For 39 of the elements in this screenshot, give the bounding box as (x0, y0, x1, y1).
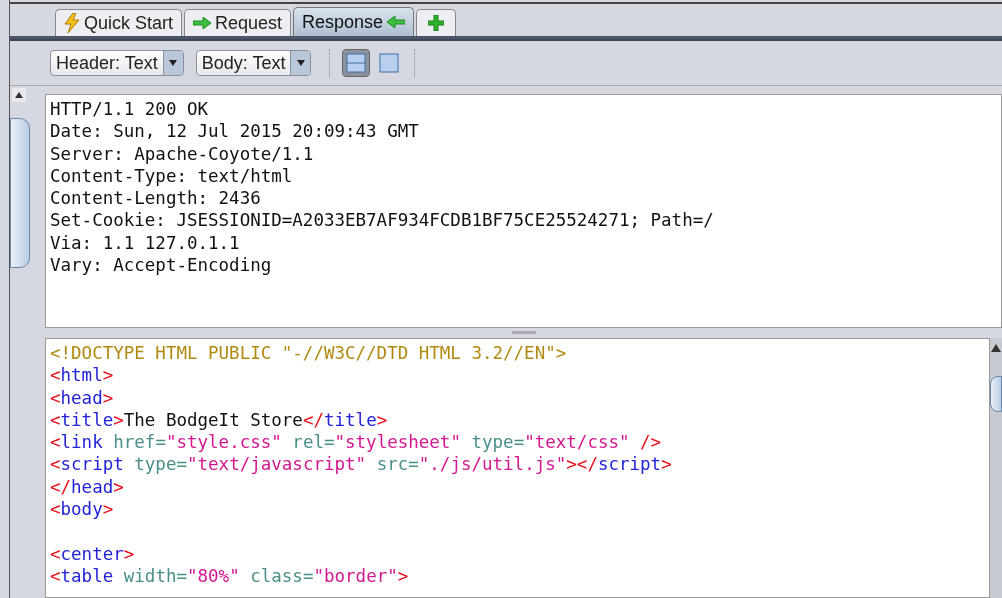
header-line: Via: 1.1 127.0.1.1 (50, 231, 240, 255)
scroll-up-button[interactable] (12, 88, 26, 102)
lightning-icon (64, 13, 80, 33)
code-line: <script type="text/javascript" src="./js/util.js"></script> (50, 454, 672, 475)
scroll-thumb[interactable] (990, 376, 1002, 412)
format-dropdown[interactable]: Body: Text (195, 50, 312, 76)
format-dropdown[interactable]: Header: Text (50, 50, 184, 76)
header-text-pane[interactable] (45, 94, 1002, 328)
header-line: Content-Length: 2436 (50, 187, 261, 210)
up-arrow-icon (15, 92, 23, 98)
up-arrow-icon[interactable] (991, 344, 1001, 352)
plus-icon (428, 15, 445, 31)
tab[interactable]: Response (293, 7, 415, 36)
add-tab-button[interactable] (416, 9, 457, 36)
code-line: </head> (50, 476, 124, 497)
header-line: HTTP/1.1 200 OK (50, 98, 209, 121)
split-layout-button[interactable] (342, 49, 371, 77)
caret-icon (169, 60, 178, 66)
code-line: <link href="style.css" rel="stylesheet" type="text/css" /> (50, 432, 662, 453)
left-arrow-icon (387, 16, 406, 28)
header-line: Vary: Accept-Encoding (50, 254, 272, 277)
header-line: Set-Cookie: JSESSIONID=A2033EB7AF934FCDB1BF75CE25524271; Path=/ (50, 209, 714, 232)
body-text-pane[interactable] (45, 338, 990, 598)
caret-icon (296, 60, 305, 66)
code-line: <title>The BodgeIt Store</title> (50, 409, 388, 430)
scroll-thumb[interactable] (10, 118, 30, 268)
code-line: <head> (50, 387, 114, 408)
code-line: <body> (50, 499, 114, 520)
code-line: <center> (50, 543, 135, 564)
code-line: <html> (50, 365, 114, 386)
header-line: Date: Sun, 12 Jul 2015 20:09:43 GMT (50, 120, 419, 143)
right-arrow-icon (193, 17, 212, 29)
code-line: <!DOCTYPE HTML PUBLIC "-//W3C//DTD HTML 3.2//EN"> (50, 343, 567, 363)
splitter-handle[interactable] (511, 331, 536, 334)
code-line: <table width="80%" class="border"> (50, 565, 409, 586)
header-line: Server: Apache-Coyote/1.1 (50, 142, 314, 165)
tab[interactable]: Quick Start (55, 9, 183, 36)
header-line: Content-Type: text/html (50, 164, 293, 188)
tab[interactable]: Request (184, 9, 292, 36)
